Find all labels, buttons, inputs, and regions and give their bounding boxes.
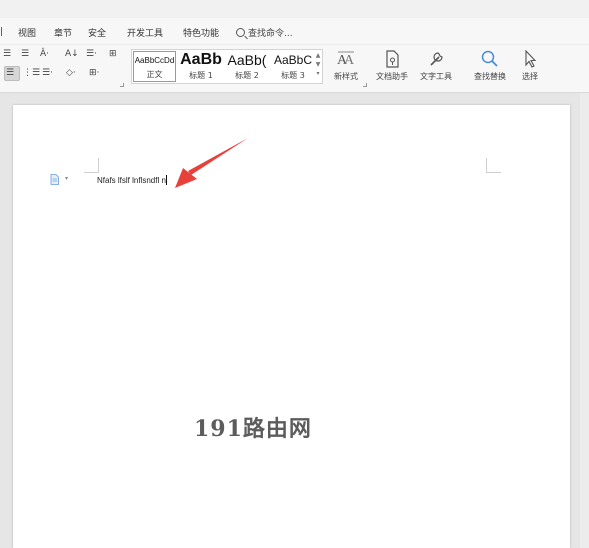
vertical-scrollbar[interactable] bbox=[580, 93, 589, 548]
increase-indent-button[interactable]: ☰ bbox=[21, 48, 29, 60]
select-cursor-icon bbox=[515, 49, 545, 69]
menu-developer-tools[interactable]: 开发工具 bbox=[127, 26, 163, 39]
annotation-arrow-icon bbox=[175, 138, 248, 188]
new-style-icon: AA bbox=[328, 49, 364, 69]
title-bar-strip bbox=[0, 0, 589, 18]
text-tools-button[interactable]: 文字工具 bbox=[415, 49, 457, 82]
document-workspace: ▾ Nfafs lfslf lnflsndfl n 191路由网 bbox=[0, 93, 589, 548]
menu-bar: | 视图 章节 安全 开发工具 特色功能 查找命令... bbox=[0, 18, 589, 45]
styles-launcher-icon[interactable] bbox=[363, 83, 367, 87]
doc-assistant-button[interactable]: 文档助手 bbox=[373, 49, 411, 82]
sort-button[interactable]: A↓ bbox=[65, 48, 79, 60]
style-normal-label: 正文 bbox=[146, 70, 163, 79]
change-case-button[interactable]: Â· bbox=[40, 48, 49, 60]
chevron-down-icon[interactable]: ▼ bbox=[315, 60, 321, 69]
table-border-button[interactable]: ⊞ bbox=[109, 48, 117, 60]
decrease-indent-button[interactable]: ☰ bbox=[3, 48, 11, 60]
style-gallery: AaBbCcDd 正文 AaBb 标题 1 AaBb( 标题 2 AaBbC 标… bbox=[131, 49, 323, 84]
ribbon-toolbar: ☰ ☰ Â· A↓ ☰· ⊞ ☰ ⋮☰ ☰· ◇· ⊞· AaBbCcDd 正… bbox=[0, 45, 589, 93]
menu-security[interactable]: 安全 bbox=[88, 26, 106, 39]
chevron-down-icon[interactable]: ▾ bbox=[65, 175, 68, 182]
new-style-button[interactable]: AA 新样式 bbox=[328, 49, 364, 82]
watermark-text: 191路由网 bbox=[194, 416, 312, 442]
gallery-expand-icon[interactable]: ▾ bbox=[315, 69, 321, 78]
style-heading-2-label: 标题 2 bbox=[235, 71, 259, 80]
paragraph-settings-launcher-icon[interactable] bbox=[120, 83, 124, 87]
style-normal-sample: AaBbCcDd bbox=[134, 56, 175, 65]
style-heading-1-sample: AaBb bbox=[180, 51, 222, 68]
svg-text:A: A bbox=[344, 53, 355, 68]
style-heading-2[interactable]: AaBb( 标题 2 bbox=[224, 50, 270, 83]
new-style-label: 新样式 bbox=[334, 72, 358, 81]
text-tools-icon bbox=[415, 49, 457, 69]
style-heading-1-label: 标题 1 bbox=[189, 71, 213, 80]
select-button[interactable]: 选择 bbox=[515, 49, 545, 82]
style-heading-2-sample: AaBb( bbox=[227, 52, 267, 68]
style-heading-1[interactable]: AaBb 标题 1 bbox=[178, 50, 224, 83]
select-label: 选择 bbox=[522, 72, 538, 81]
align-left-button[interactable]: ☰ bbox=[6, 67, 14, 79]
border-button[interactable]: ⊞· bbox=[89, 67, 99, 79]
line-spacing-dropdown[interactable]: ☰· bbox=[42, 67, 53, 79]
command-search[interactable]: 查找命令... bbox=[236, 26, 293, 39]
find-replace-button[interactable]: 查找替换 bbox=[469, 49, 511, 82]
menu-special-features[interactable]: 特色功能 bbox=[183, 26, 219, 39]
line-spacing-button[interactable]: ☰· bbox=[86, 48, 97, 60]
style-gallery-scroll[interactable]: ▲ ▼ ▾ bbox=[315, 51, 321, 78]
style-heading-3-sample: AaBbC bbox=[273, 53, 313, 67]
chevron-up-icon[interactable]: ▲ bbox=[315, 51, 321, 60]
menu-edge-divider: | bbox=[0, 27, 4, 37]
search-icon bbox=[236, 28, 245, 37]
style-heading-3[interactable]: AaBbC 标题 3 bbox=[270, 50, 316, 83]
style-normal[interactable]: AaBbCcDd 正文 bbox=[132, 50, 177, 83]
margin-corner-mark bbox=[84, 158, 99, 173]
doc-assistant-icon bbox=[373, 49, 411, 69]
find-replace-icon bbox=[469, 49, 511, 69]
menu-chapter[interactable]: 章节 bbox=[54, 26, 72, 39]
find-replace-label: 查找替换 bbox=[474, 72, 506, 81]
style-heading-3-label: 标题 3 bbox=[281, 71, 305, 80]
menu-view[interactable]: 视图 bbox=[18, 26, 36, 39]
document-page[interactable]: ▾ Nfafs lfslf lnflsndfl n 191路由网 bbox=[13, 105, 570, 548]
command-search-label: 查找命令... bbox=[248, 29, 293, 39]
paragraph-layout-icon[interactable] bbox=[50, 174, 59, 185]
text-tools-label: 文字工具 bbox=[420, 72, 452, 81]
doc-assistant-label: 文档助手 bbox=[376, 72, 408, 81]
shading-button[interactable]: ◇· bbox=[66, 67, 76, 79]
margin-corner-mark bbox=[486, 158, 501, 173]
distributed-align-button[interactable]: ⋮☰ bbox=[23, 67, 40, 79]
